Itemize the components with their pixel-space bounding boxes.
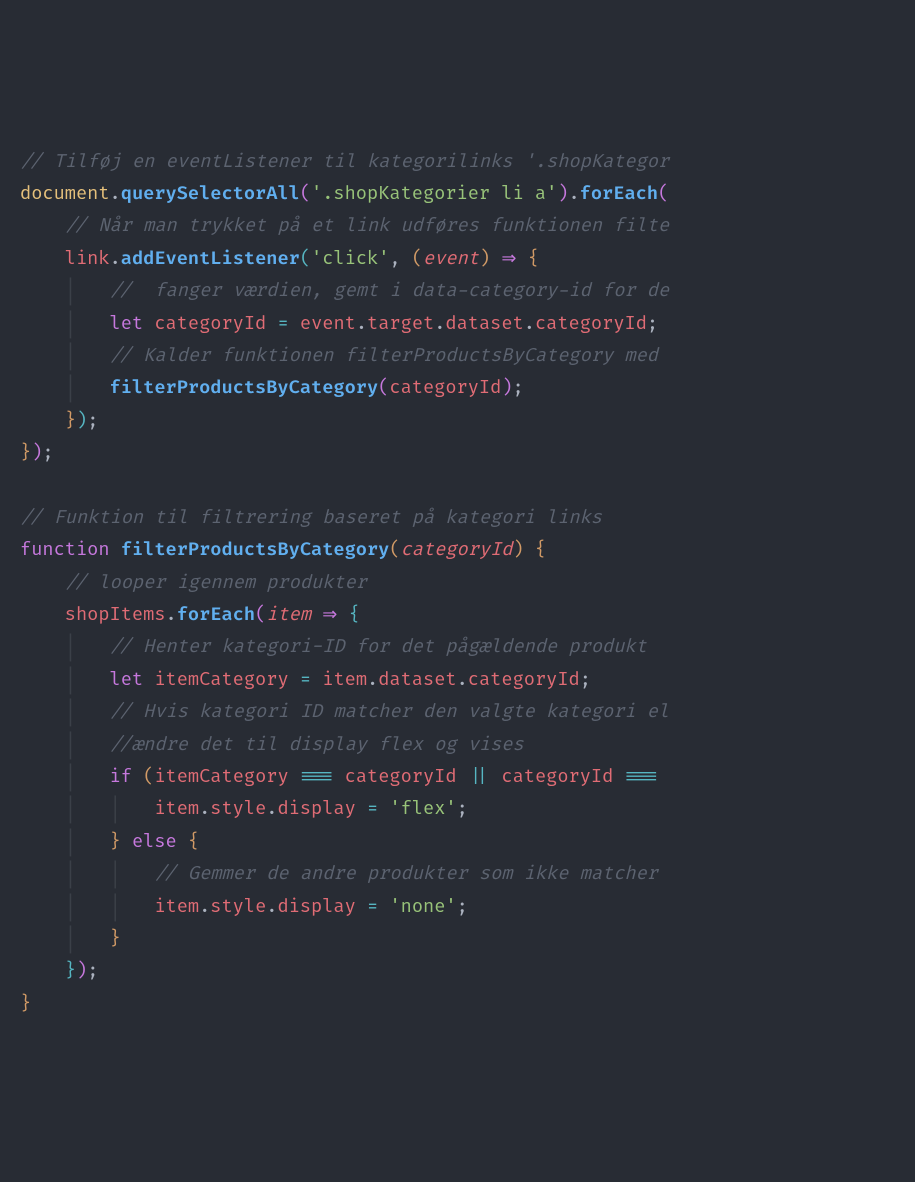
code-line[interactable]: │ let itemCategory = item.dataset.catego…	[20, 664, 915, 696]
identifier: categoryId	[154, 312, 266, 335]
code-line[interactable]: │ }	[20, 923, 915, 955]
code-line[interactable]: │ │ item.style.display = 'none';	[20, 891, 915, 923]
comment: // Funktion til filtrering baseret på ka…	[20, 506, 602, 529]
identifier: categoryId	[345, 765, 457, 788]
code-line[interactable]: │ │ item.style.display = 'flex';	[20, 793, 915, 825]
code-line[interactable]: │ // fanger værdien, gemt i data-categor…	[20, 275, 915, 307]
parameter: item	[266, 603, 311, 626]
function-call: filterProductsByCategory	[110, 376, 379, 399]
property: categoryId	[468, 668, 580, 691]
property: dataset	[445, 312, 523, 335]
keyword: function	[20, 538, 110, 561]
property: display	[277, 797, 355, 820]
property: style	[210, 797, 266, 820]
comment: // Henter kategori-ID for det pågældende…	[110, 635, 647, 658]
method: addEventListener	[121, 247, 300, 270]
identifier: link	[65, 247, 110, 270]
comment: // Når man trykket på et link udføres fu…	[65, 214, 669, 237]
string: 'click'	[311, 247, 389, 270]
keyword: let	[110, 668, 144, 691]
code-line[interactable]: │ if (itemCategory === categoryId || cat…	[20, 761, 915, 793]
parameter: event	[423, 247, 479, 270]
identifier: itemCategory	[154, 668, 288, 691]
method: forEach	[580, 182, 658, 205]
parameter: categoryId	[401, 538, 513, 561]
code-line[interactable]: });	[20, 437, 915, 469]
keyword: if	[110, 765, 132, 788]
code-line[interactable]: │ │ // Gemmer de andre produkter som ikk…	[20, 858, 915, 890]
code-line[interactable]: function filterProductsByCategory(catego…	[20, 534, 915, 566]
code-line[interactable]: }	[20, 988, 915, 1020]
string: 'flex'	[389, 797, 456, 820]
code-line[interactable]: │ filterProductsByCategory(categoryId);	[20, 372, 915, 404]
code-line[interactable]: link.addEventListener('click', (event) ⇒…	[20, 243, 915, 275]
identifier: categoryId	[501, 765, 613, 788]
comment: //ændre det til display flex og vises	[110, 733, 524, 756]
comment: // Tilføj en eventListener til kategoril…	[20, 150, 669, 173]
code-line[interactable]: // Når man trykket på et link udføres fu…	[20, 210, 915, 242]
property: categoryId	[535, 312, 647, 335]
comment: // Gemmer de andre produkter som ikke ma…	[154, 862, 658, 885]
identifier: item	[154, 797, 199, 820]
code-line[interactable]: document.querySelectorAll('.shopKategori…	[20, 178, 915, 210]
function-name: filterProductsByCategory	[121, 538, 390, 561]
comment: // fanger værdien, gemt i data-category-…	[110, 279, 670, 302]
identifier: shopItems	[65, 603, 166, 626]
identifier: itemCategory	[154, 765, 288, 788]
code-line[interactable]: │ let categoryId = event.target.dataset.…	[20, 308, 915, 340]
code-line[interactable]: shopItems.forEach(item ⇒ {	[20, 599, 915, 631]
comment: // looper igennem produkter	[65, 571, 367, 594]
code-line[interactable]: });	[20, 405, 915, 437]
code-line[interactable]: // looper igennem produkter	[20, 567, 915, 599]
identifier: item	[154, 895, 199, 918]
code-line[interactable]: // Funktion til filtrering baseret på ka…	[20, 502, 915, 534]
code-line[interactable]: });	[20, 955, 915, 987]
property: style	[210, 895, 266, 918]
identifier: item	[322, 668, 367, 691]
property: display	[277, 895, 355, 918]
string: '.shopKategorier li a'	[311, 182, 557, 205]
keyword: let	[110, 312, 144, 335]
code-line[interactable]: │ } else {	[20, 826, 915, 858]
property: dataset	[378, 668, 456, 691]
identifier: event	[300, 312, 356, 335]
code-line[interactable]	[20, 469, 915, 501]
code-line[interactable]: │ // Kalder funktionen filterProductsByC…	[20, 340, 915, 372]
property: target	[367, 312, 434, 335]
code-editor[interactable]: { "code": { "l1": "// Tilføj en eventLis…	[0, 0, 915, 925]
comment: // Hvis kategori ID matcher den valgte k…	[110, 700, 670, 723]
code-line[interactable]: // Tilføj en eventListener til kategoril…	[20, 146, 915, 178]
code-line[interactable]: │ // Hvis kategori ID matcher den valgte…	[20, 696, 915, 728]
string: 'none'	[389, 895, 456, 918]
method: querySelectorAll	[121, 182, 300, 205]
comment: // Kalder funktionen filterProductsByCat…	[110, 344, 670, 367]
code-line[interactable]: │ // Henter kategori-ID for det pågælden…	[20, 631, 915, 663]
method: forEach	[177, 603, 255, 626]
keyword: else	[132, 830, 177, 853]
identifier: document	[20, 182, 110, 205]
identifier: categoryId	[389, 376, 501, 399]
code-line[interactable]: │ //ændre det til display flex og vises	[20, 729, 915, 761]
